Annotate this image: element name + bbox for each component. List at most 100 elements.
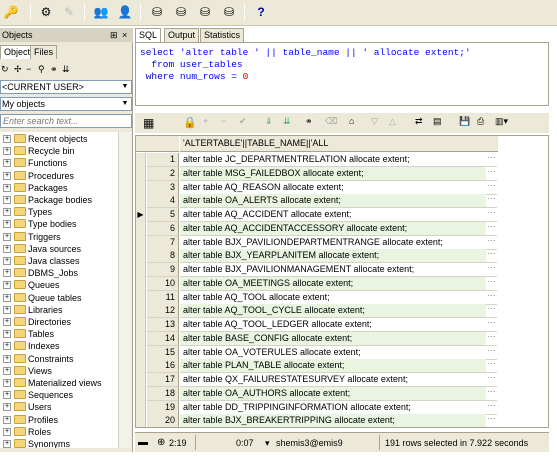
cell-editor-button[interactable]: ··· — [486, 359, 497, 374]
user-select[interactable]: <CURRENT USER> ▼ — [0, 80, 132, 94]
sql-icon[interactable]: ⛁ — [172, 3, 190, 21]
search-input[interactable]: Enter search text... — [0, 114, 132, 128]
table-cell[interactable]: alter table MSG_FAILEDBOX allocate exten… — [180, 166, 486, 181]
table-cell[interactable]: alter table BJX_PAVILIONMANAGEMENT alloc… — [180, 263, 486, 277]
cell-editor-button[interactable]: ··· — [486, 222, 497, 236]
expand-icon[interactable]: + — [3, 391, 11, 400]
table-row[interactable]: 9 alter table BJX_PAVILIONMANAGEMENT allo… — [136, 263, 548, 277]
insert-record-icon[interactable]: + — [203, 116, 208, 126]
cell-editor-button[interactable]: ··· — [486, 346, 497, 360]
tab-statistics[interactable]: Statistics — [200, 28, 245, 42]
sql-editor[interactable]: select 'alter table ' || table_name || '… — [135, 42, 549, 106]
tab-output[interactable]: Output — [164, 28, 200, 42]
table-row[interactable]: 15 alter table OA_VOTERULES allocate exte… — [136, 345, 548, 360]
expand-icon[interactable]: + — [3, 440, 11, 448]
cell-editor-button[interactable]: ··· — [486, 332, 497, 346]
expand-icon[interactable]: + — [3, 232, 11, 241]
expand-icon[interactable]: + — [3, 366, 11, 375]
table-row[interactable]: 20 alter table BJX_BREAKERTRIPPING alloca… — [136, 414, 548, 427]
expand-icon[interactable]: + — [3, 354, 11, 363]
table-row[interactable]: 10 alter table OA_MEETINGS allocate exten… — [136, 276, 548, 291]
table-row[interactable]: 2 alter table MSG_FAILEDBOX allocate exte… — [136, 166, 548, 181]
cell-editor-button[interactable]: ··· — [486, 181, 497, 195]
cell-editor-button[interactable]: ··· — [486, 387, 497, 401]
cell-editor-button[interactable]: ··· — [486, 401, 497, 415]
binoculars-icon[interactable]: ⚭ — [50, 64, 58, 75]
table-cell[interactable]: alter table BASE_CONFIG allocate extent; — [180, 331, 486, 346]
save-icon[interactable]: 💾 — [459, 116, 470, 127]
sort-down-icon[interactable]: ▽ — [371, 116, 378, 127]
expand-icon[interactable]: + — [3, 281, 11, 290]
users-icon[interactable]: 👥 — [92, 3, 110, 21]
expand-icon[interactable]: + — [3, 244, 11, 253]
help-icon[interactable]: ? — [252, 3, 270, 21]
expand-icon[interactable]: + — [3, 220, 11, 229]
column-header[interactable]: 'ALTERTABLE'||TABLE_NAME||'ALL — [180, 136, 498, 152]
cell-editor-button[interactable]: ··· — [486, 318, 497, 332]
expand-icon[interactable]: + — [3, 330, 11, 339]
grid-select-icon[interactable]: ▦ — [143, 116, 154, 130]
expand-icon[interactable]: + — [3, 318, 11, 326]
cell-editor-button[interactable]: ··· — [486, 277, 497, 291]
expand-icon[interactable]: + — [3, 342, 11, 351]
record-view-icon[interactable]: ▤ — [433, 116, 442, 127]
table-row[interactable]: 8 alter table BJX_YEARPLANITEM allocate e… — [136, 249, 548, 264]
expand-icon[interactable]: + — [3, 415, 11, 424]
db-refresh-icon[interactable]: ⛁ — [220, 3, 238, 21]
key-icon[interactable]: 🔑 — [2, 3, 20, 21]
cell-editor-button[interactable]: ··· — [486, 208, 497, 222]
table-row[interactable]: 16 alter table PLAN_TABLE allocate extent… — [136, 359, 548, 374]
table-row[interactable]: 1 alter table JC_DEPARTMENTRELATION alloc… — [136, 153, 548, 167]
table-cell[interactable]: alter table PLAN_TABLE allocate extent; — [180, 359, 486, 374]
cell-editor-button[interactable]: ··· — [486, 373, 497, 387]
table-cell[interactable]: alter table BJX_BREAKERTRIPPING allocate… — [180, 414, 486, 427]
expand-icon[interactable]: + — [3, 171, 11, 180]
post-changes-icon[interactable]: ✔ — [239, 116, 247, 127]
next-page-icon[interactable]: ⇓ — [265, 116, 273, 127]
cell-editor-button[interactable]: ··· — [486, 194, 497, 209]
table-row[interactable]: 7 alter table BJX_PAVILIONDEPARTMENTRANGE… — [136, 235, 548, 250]
expand-icon[interactable]: + — [3, 135, 11, 143]
table-cell[interactable]: alter table AQ_TOOL_CYCLE allocate exten… — [180, 304, 486, 319]
expand-icon[interactable]: + — [3, 427, 11, 436]
table-cell[interactable]: alter table OA_AUTHORS allocate extent; — [180, 386, 486, 401]
remove-icon[interactable]: − — [26, 64, 31, 74]
cell-editor-button[interactable]: ··· — [486, 291, 497, 305]
expand-icon[interactable]: + — [3, 403, 11, 412]
table-cell[interactable]: alter table AQ_ACCIDENT allocate extent; — [180, 208, 486, 222]
table-cell[interactable]: alter table AQ_TOOL allocate extent; — [180, 291, 486, 305]
tab-sql[interactable]: SQL — [135, 28, 162, 42]
cell-editor-button[interactable]: ··· — [486, 414, 497, 427]
cell-editor-button[interactable]: ··· — [486, 249, 497, 264]
expand-icon[interactable]: ⇊ — [62, 64, 70, 75]
db-connect-icon[interactable]: ⛁ — [148, 3, 166, 21]
table-row[interactable]: 12 alter table AQ_TOOL_CYCLE allocate ext… — [136, 304, 548, 319]
wand-icon[interactable]: ✎ — [60, 3, 78, 21]
table-cell[interactable]: alter table BJX_YEARPLANITEM allocate ex… — [180, 249, 486, 264]
chart-icon[interactable]: ▥▾ — [495, 116, 508, 127]
table-cell[interactable]: alter table OA_ALERTS allocate extent; — [180, 194, 486, 209]
cell-editor-button[interactable]: ··· — [486, 304, 497, 319]
gear-icon[interactable]: ⚙ — [37, 3, 55, 21]
print-icon[interactable]: ⎙ — [477, 116, 484, 127]
cell-editor-button[interactable]: ··· — [486, 236, 497, 250]
lock-icon[interactable]: 🔒 — [183, 116, 197, 129]
table-row[interactable]: ▶ 5 alter table AQ_ACCIDENT allocate exten… — [136, 208, 548, 222]
expand-icon[interactable]: + — [3, 196, 11, 204]
objects-select[interactable]: My objects ▼ — [0, 97, 132, 111]
table-row[interactable]: 17 alter table QX_FAILURESTATESURVEY allo… — [136, 373, 548, 387]
expand-icon[interactable]: + — [3, 208, 11, 217]
close-icon[interactable]: × — [122, 28, 127, 42]
binoculars-icon[interactable]: ⚭ — [305, 116, 313, 127]
expand-icon[interactable]: + — [3, 147, 11, 156]
table-cell[interactable]: alter table AQ_ACCIDENTACCESSORY allocat… — [180, 221, 486, 236]
table-row[interactable]: 14 alter table BASE_CONFIG allocate exten… — [136, 331, 548, 346]
table-cell[interactable]: alter table JC_DEPARTMENTRELATION alloca… — [180, 153, 486, 167]
pin-icon[interactable]: ⊞ — [110, 28, 118, 42]
expand-icon[interactable]: + — [3, 257, 11, 265]
table-row[interactable]: 3 alter table AQ_REASON allocate extent; ·… — [136, 180, 548, 195]
cell-editor-button[interactable]: ··· — [486, 153, 497, 167]
cell-editor-button[interactable]: ··· — [486, 167, 497, 181]
expand-icon[interactable]: + — [3, 159, 11, 168]
table-cell[interactable]: alter table QX_FAILURESTATESURVEY alloca… — [180, 373, 486, 387]
